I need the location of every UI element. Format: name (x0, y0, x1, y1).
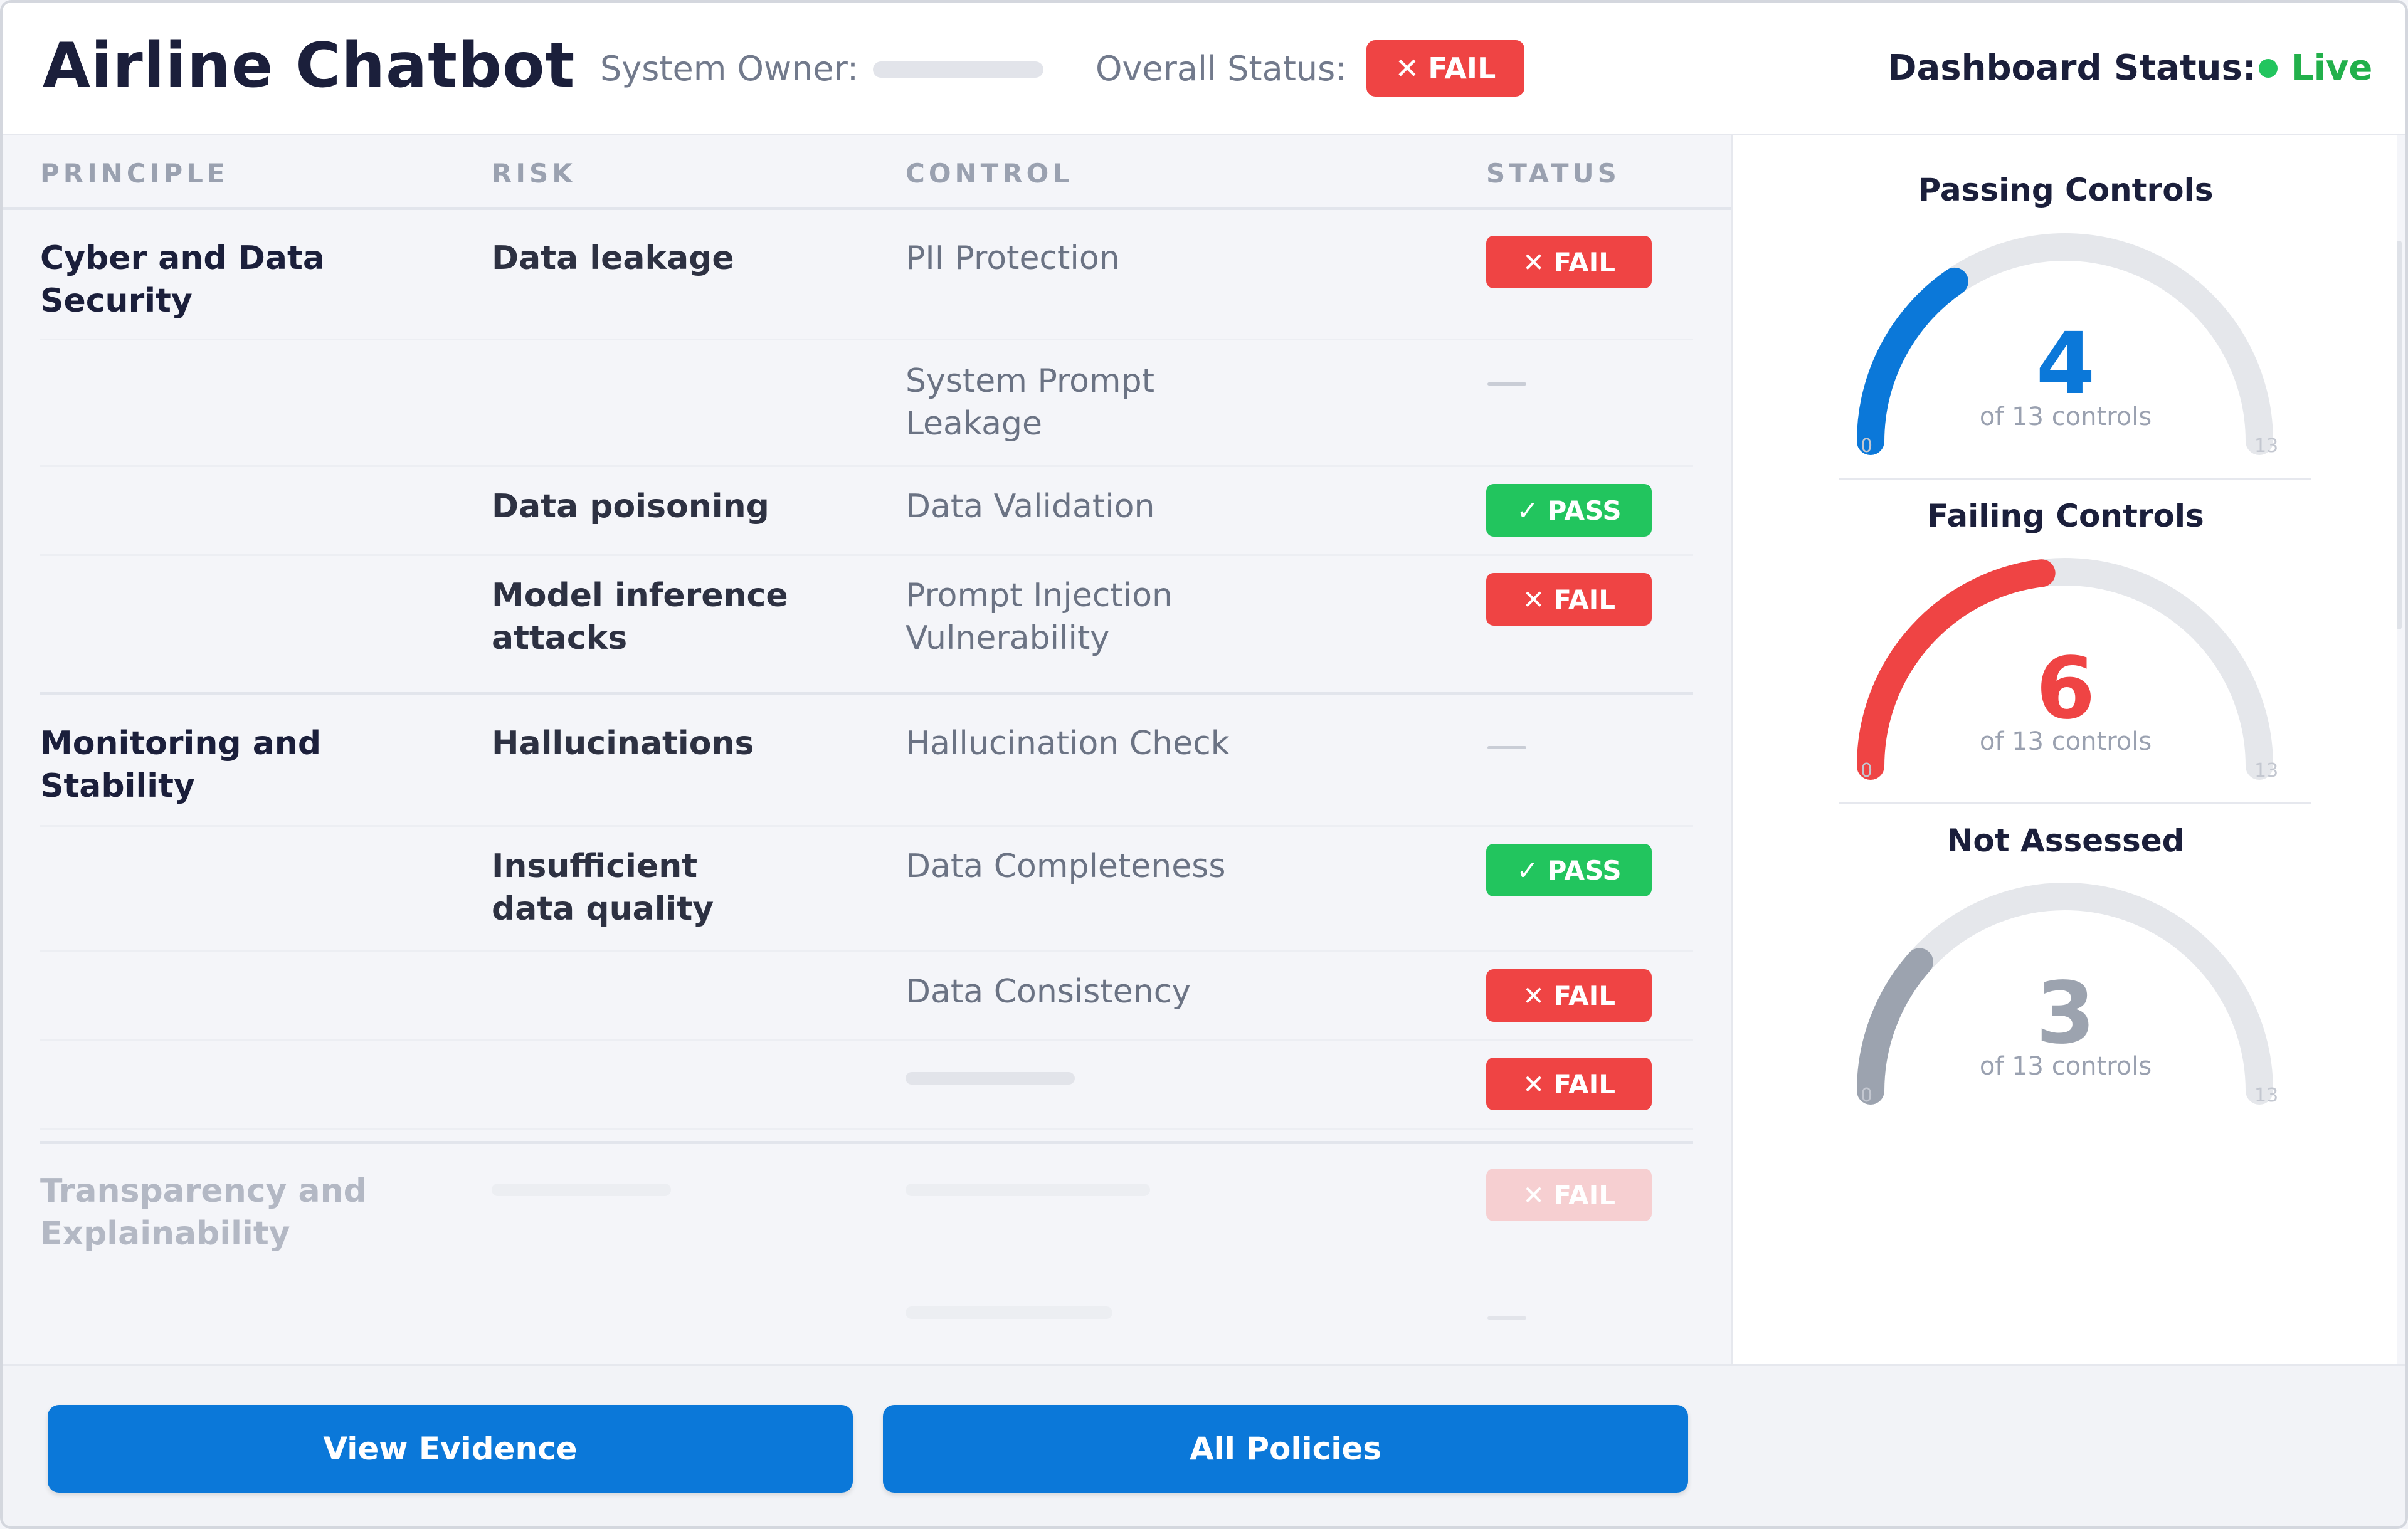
header: Airline Chatbot System Owner: Overall St… (3, 3, 2405, 135)
column-header-principle: PRINCIPLE (40, 158, 229, 189)
status-badge-fail: ✕ FAIL (1486, 969, 1652, 1022)
gauge-subtitle: of 13 controls (1979, 402, 2152, 431)
check-icon: ✓ (1516, 495, 1539, 526)
row-divider (40, 1128, 1693, 1130)
gauge-divider (1839, 802, 2311, 804)
gauge-divider (1839, 478, 2311, 480)
control-placeholder (906, 1184, 1150, 1196)
row-divider (40, 339, 1693, 340)
x-icon: ✕ (1523, 1179, 1545, 1211)
control-cell[interactable]: Prompt Injection Vulnerability (906, 574, 1282, 659)
all-policies-button[interactable]: All Policies (883, 1405, 1688, 1493)
row-divider (40, 1039, 1693, 1041)
principle-cell: Transparency and Explainability (40, 1172, 367, 1253)
gauge-max-label: 13 (2254, 435, 2279, 457)
control-cell[interactable]: Data Completeness (906, 845, 1282, 888)
gauge-max-label: 13 (2254, 760, 2279, 782)
x-icon: ✕ (1523, 246, 1545, 278)
principle-cell: Monitoring and Stability (40, 725, 322, 805)
control-cell[interactable]: Data Validation (906, 485, 1282, 528)
overall-status-text: FAIL (1428, 51, 1496, 85)
status-badge-fail: ✕ FAIL (1486, 236, 1652, 288)
control-cell[interactable]: Data Consistency (906, 970, 1282, 1013)
gauge-value-failing: 6 (2036, 639, 2096, 738)
gauge-value-passing: 4 (2036, 315, 2096, 414)
risk-cell: Insufficient data quality (492, 848, 714, 928)
summary-panel: Passing Controls 4 of 13 controls 0 13 F… (1731, 135, 2397, 1364)
gauge-value-not-assessed: 3 (2036, 964, 2096, 1063)
scrollbar[interactable] (2397, 241, 2402, 629)
status-badge-fail: ✕ FAIL (1486, 1169, 1652, 1221)
row-divider (40, 465, 1693, 467)
x-icon: ✕ (1523, 584, 1545, 615)
row-divider (40, 825, 1693, 827)
system-owner-placeholder (873, 61, 1043, 78)
gauge-subtitle: of 13 controls (1979, 1052, 2152, 1081)
overall-status-badge: ✕ FAIL (1366, 40, 1524, 97)
app-title: Airline Chatbot (43, 30, 576, 102)
gauge-max-label: 13 (2254, 1085, 2279, 1106)
risk-cell: Model inference attacks (492, 577, 788, 657)
status-badge-fail: ✕ FAIL (1486, 573, 1652, 626)
app-window: Airline Chatbot System Owner: Overall St… (0, 0, 2408, 1529)
gauge-subtitle: of 13 controls (1979, 727, 2152, 756)
status-not-assessed (1487, 1316, 1526, 1320)
gauge-min-label: 0 (1861, 1085, 1873, 1106)
control-cell[interactable]: PII Protection (906, 237, 1282, 280)
status-badge-pass: ✓ PASS (1486, 844, 1652, 896)
risk-cell: Hallucinations (492, 725, 754, 762)
view-evidence-button[interactable]: View Evidence (48, 1405, 853, 1493)
dashboard-status-label: Dashboard Status: (1888, 48, 2257, 88)
group-divider (40, 1141, 1693, 1144)
x-icon: ✕ (1395, 51, 1420, 85)
column-header-risk: RISK (492, 158, 576, 189)
control-cell[interactable]: System Prompt Leakage (906, 360, 1282, 445)
check-icon: ✓ (1516, 854, 1539, 886)
dashboard-status-value: Live (2291, 48, 2373, 88)
control-placeholder (906, 1306, 1112, 1319)
gauge-title-not-assessed: Not Assessed (1946, 822, 2185, 859)
gauge-title-passing: Passing Controls (1918, 172, 2214, 208)
status-not-assessed (1487, 382, 1526, 386)
header-divider (3, 207, 1731, 210)
group-divider (40, 692, 1693, 695)
x-icon: ✕ (1523, 980, 1545, 1011)
status-badge-pass: ✓ PASS (1486, 484, 1652, 537)
overall-status-label: Overall Status: (1096, 49, 1347, 88)
column-header-control: CONTROL (906, 158, 1074, 189)
principle-cell: Cyber and Data Security (40, 239, 325, 320)
status-dot-icon (2259, 59, 2278, 78)
control-placeholder (906, 1072, 1075, 1085)
gauge-min-label: 0 (1861, 435, 1873, 457)
gauge-title-failing: Failing Controls (1927, 498, 2204, 534)
control-cell[interactable]: Hallucination Check (906, 722, 1282, 765)
footer: View Evidence All Policies (3, 1364, 2405, 1526)
row-divider (40, 950, 1693, 952)
x-icon: ✕ (1523, 1068, 1545, 1100)
risk-placeholder (492, 1184, 671, 1196)
status-not-assessed (1487, 746, 1526, 749)
system-owner-label: System Owner: (600, 49, 859, 88)
row-divider (40, 554, 1693, 556)
risk-cell: Data leakage (492, 239, 734, 277)
status-badge-fail: ✕ FAIL (1486, 1058, 1652, 1110)
risk-cell: Data poisoning (492, 488, 769, 525)
column-header-status: STATUS (1486, 158, 1620, 189)
gauge-min-label: 0 (1861, 760, 1873, 782)
